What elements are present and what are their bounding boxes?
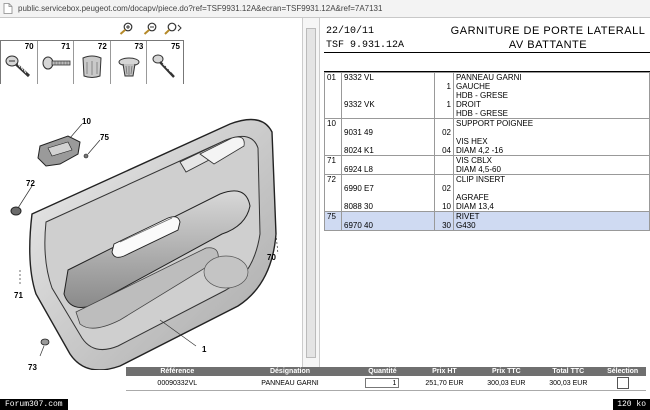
quantity-cell (351, 376, 414, 391)
screw-icon (5, 55, 31, 78)
page-icon (3, 3, 13, 14)
selection-checkbox[interactable] (616, 377, 629, 389)
order-designation: PANNEAU GARNI (228, 376, 352, 391)
col-total-ttc: Total TTC (537, 367, 600, 376)
part-number: 75 (171, 42, 180, 51)
qty-cell: 02 10 (434, 174, 454, 212)
ref-cell: 6990 E7 8088 30 (341, 174, 435, 212)
item-number: 10 (324, 118, 342, 156)
watermark: Forum307.com (0, 399, 68, 410)
table-row[interactable]: 72 6990 E7 8088 30 02 10 CLIP INSERT AGRAFE… (324, 174, 650, 212)
parts-list-panel: 22/10/11 TSF 9.931.12A GARNITURE DE PORT… (324, 18, 650, 368)
doc-title: GARNITURE DE PORTE LATERALL (450, 25, 646, 37)
desc-cell: PANNEAU GARNI GAUCHE HDB - GRESE DROIT HDB -… (453, 72, 650, 119)
item-number: 71 (324, 155, 342, 175)
callout-10[interactable]: 10 (82, 117, 91, 126)
part-number: 72 (97, 42, 107, 51)
order-prix-ttc: 300,03 EUR (475, 376, 538, 391)
qty-cell: 11 (434, 72, 454, 119)
qty-cell: 02 04 (434, 118, 454, 156)
zoom-fit-button[interactable] (163, 21, 185, 35)
order-panel: Référence Désignation Quantité Prix HT P… (126, 367, 646, 397)
doc-subtitle: AV BATTANTE (508, 39, 588, 51)
col-quantity: Quantité (351, 367, 414, 376)
callout-1[interactable]: 1 (202, 345, 207, 354)
callout-75[interactable]: 75 (100, 133, 109, 142)
zoom-toolbar (0, 18, 300, 38)
ref-cell: 6970 40 (341, 211, 435, 231)
desc-cell: RIVET G430 (453, 211, 650, 231)
col-prix-ttc: Prix TTC (475, 367, 538, 376)
part-cell-72[interactable]: 72 (74, 41, 111, 84)
door-panel-drawing: 10 75 72 70 71 1 73 (10, 117, 279, 372)
callout-72[interactable]: 72 (26, 179, 35, 188)
panel-scrollbar[interactable] (302, 18, 320, 368)
desc-cell: SUPPORT POIGNEE VIS HEX DIAM 4,2 -16 (453, 118, 650, 156)
bolt-icon (42, 56, 70, 70)
doc-date: 22/10/11 (326, 26, 375, 37)
ref-cell: 6924 L8 (341, 155, 435, 175)
zoom-in-icon (119, 22, 133, 35)
quantity-input[interactable] (365, 378, 400, 388)
qty-cell (434, 155, 454, 175)
doc-code: TSF 9.931.12A (326, 40, 405, 51)
col-selection: Sélection (599, 367, 646, 376)
order-prix-ht: 251,70 EUR (413, 376, 476, 391)
table-row[interactable]: 01 9332 VL 9332 VK 11 PANNEAU GARNI GAUCHE… (324, 72, 650, 119)
scrollbar-thumb[interactable] (306, 28, 316, 358)
part-cell-70[interactable]: 70 (1, 41, 38, 84)
screw-long-icon (152, 54, 176, 78)
header-divider (324, 52, 650, 53)
qty-cell: 30 (434, 211, 454, 231)
col-prix-ht: Prix HT (413, 367, 476, 376)
table-row[interactable]: 10 9031 49 8024 K1 02 04 SUPPORT POIGNEE VI… (324, 118, 650, 156)
ref-cell: 9332 VL 9332 VK (341, 72, 435, 119)
zoom-out-icon (143, 22, 157, 35)
desc-cell: CLIP INSERT AGRAFE DIAM 13,4 (453, 174, 650, 212)
item-number: 72 (324, 174, 342, 212)
part-cell-73[interactable]: 73 (111, 41, 148, 84)
col-designation: Désignation (228, 367, 352, 376)
callout-70[interactable]: 70 (267, 253, 276, 262)
zoom-fit-icon (164, 22, 182, 35)
callout-73[interactable]: 73 (28, 363, 37, 372)
part-number: 71 (61, 42, 71, 51)
order-header-row: Référence Désignation Quantité Prix HT P… (126, 367, 646, 376)
item-number: 01 (324, 72, 342, 119)
part-number: 70 (24, 42, 34, 51)
part-cell-71[interactable]: 71 (38, 41, 75, 84)
selection-cell (599, 376, 646, 391)
order-table: Référence Désignation Quantité Prix HT P… (126, 367, 646, 391)
rivet-icon (118, 57, 140, 77)
ref-cell: 9031 49 8024 K1 (341, 118, 435, 156)
order-row[interactable]: 00090332VL PANNEAU GARNI 251,70 EUR 300,… (126, 376, 646, 391)
exploded-diagram[interactable]: 10 75 72 70 71 1 73 (0, 84, 300, 372)
parts-strip: 70 71 72 73 75 (0, 40, 184, 84)
col-reference: Référence (126, 367, 229, 376)
part-number: 73 (134, 42, 144, 51)
desc-cell: VIS CBLX DIAM 4,5-60 (453, 155, 650, 175)
status-bar: Forum307.com 120 ko (0, 399, 650, 410)
url-text[interactable]: public.servicebox.peugeot.com/docapv/pie… (18, 4, 382, 13)
clip-insert-icon (82, 55, 102, 78)
order-total-ttc: 300,03 EUR (537, 376, 600, 391)
part-cell-75[interactable]: 75 (147, 41, 183, 84)
item-number: 75 (324, 211, 342, 231)
file-size: 120 ko (613, 399, 650, 410)
zoom-in-button[interactable] (118, 21, 134, 35)
table-row-selected[interactable]: 75 6970 40 30 RIVET G430 (324, 211, 650, 231)
order-reference: 00090332VL (126, 376, 229, 391)
table-row[interactable]: 71 6924 L8 VIS CBLX DIAM 4,5-60 (324, 155, 650, 175)
address-bar: public.servicebox.peugeot.com/docapv/pie… (0, 0, 650, 18)
parts-list-table: 01 9332 VL 9332 VK 11 PANNEAU GARNI GAUCHE… (324, 72, 650, 231)
callout-71[interactable]: 71 (14, 291, 23, 300)
zoom-out-button[interactable] (142, 21, 158, 35)
